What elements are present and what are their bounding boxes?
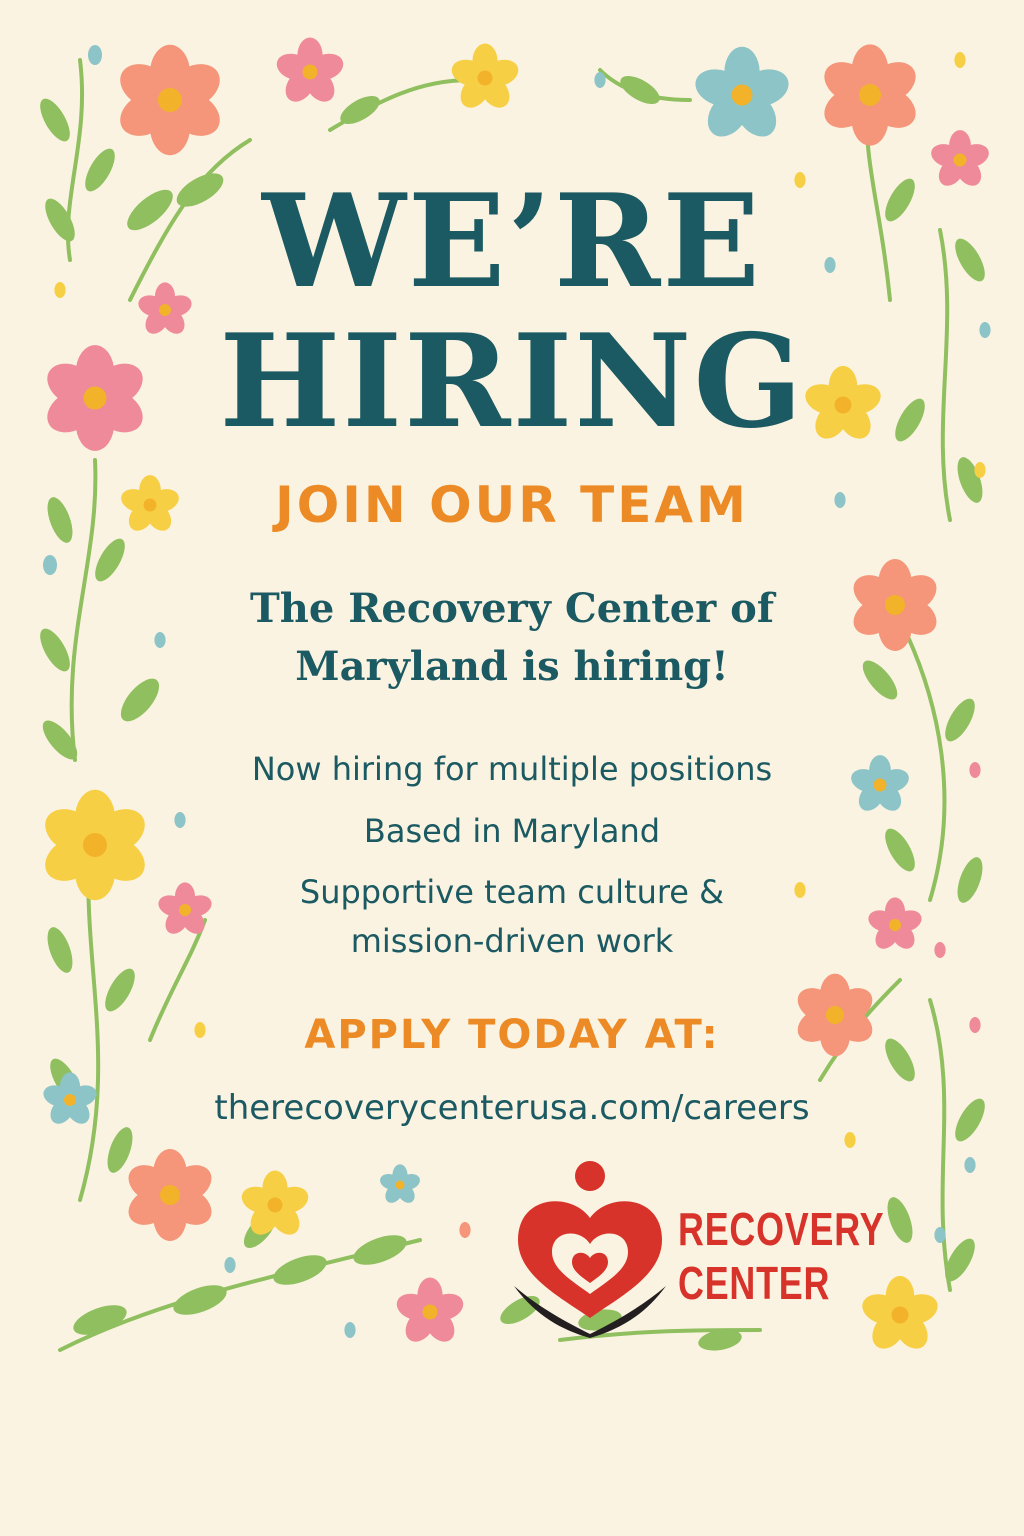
leaf-icon <box>955 1098 985 1142</box>
bud-icon <box>969 762 981 778</box>
leaf-icon <box>955 238 985 282</box>
bud-icon <box>54 282 66 298</box>
bud-icon <box>43 555 57 575</box>
bud-icon <box>974 462 986 478</box>
subheadline: JOIN OUR TEAM <box>275 476 749 534</box>
leaf-icon <box>45 198 75 242</box>
flower-icon <box>695 46 789 137</box>
bud-icon <box>954 52 966 68</box>
recovery-center-logo: RECOVERY CENTER <box>510 1158 910 1338</box>
leaf-icon <box>42 720 78 760</box>
leaf-icon <box>957 857 983 903</box>
leaf-icon <box>353 1235 407 1265</box>
flower-icon <box>380 1164 420 1203</box>
flower-icon <box>868 897 922 949</box>
intro-line-2: Maryland is hiring! <box>295 643 729 690</box>
benefit-location: Based in Maryland <box>363 812 661 850</box>
flower-icon <box>851 755 909 811</box>
bud-icon <box>934 1227 946 1243</box>
stem-icon <box>928 998 952 1292</box>
leaf-icon <box>105 968 135 1012</box>
flower-icon <box>853 559 937 651</box>
bud-icon <box>964 1157 976 1173</box>
leaf-icon <box>120 678 160 722</box>
flower-icon <box>120 44 220 156</box>
flower-icon <box>276 37 344 102</box>
leaf-icon <box>85 148 115 192</box>
leaf-icon <box>40 98 70 142</box>
flower-icon <box>47 345 143 451</box>
flower-icon <box>128 1149 212 1241</box>
flower-icon <box>45 789 145 901</box>
leaf-icon <box>862 660 898 700</box>
bud-icon <box>594 72 606 88</box>
leaf-icon <box>945 698 975 742</box>
bud-icon <box>344 1322 356 1338</box>
leaf-icon <box>47 497 73 543</box>
leaf-icon <box>40 628 70 672</box>
bud-icon <box>459 1222 471 1238</box>
bud-icon <box>224 1257 236 1273</box>
leaf-icon <box>107 1127 133 1173</box>
intro-text: The Recovery Center of Maryland is hirin… <box>180 580 844 696</box>
leaf-icon <box>47 927 73 973</box>
leaf-icon <box>73 1305 127 1335</box>
flower-icon <box>451 43 519 108</box>
leaf-icon <box>173 1285 227 1315</box>
stem-icon <box>69 458 98 762</box>
leaf-icon <box>885 178 915 222</box>
benefit-culture-line-2: mission-driven work <box>350 922 674 960</box>
leaf-icon <box>885 828 915 872</box>
logo-line-2: CENTER <box>678 1257 831 1309</box>
careers-link[interactable]: therecoverycenterusa.com/careers <box>160 1088 864 1128</box>
bud-icon <box>979 322 991 338</box>
logo-wordmark: RECOVERY CENTER <box>678 1202 884 1310</box>
stem-icon <box>938 228 952 522</box>
bud-icon <box>934 942 946 958</box>
bud-icon <box>154 632 166 648</box>
leaf-icon <box>273 1255 327 1285</box>
flower-icon <box>824 44 916 146</box>
leaf-icon <box>95 538 125 582</box>
apply-heading: APPLY TODAY AT: <box>304 1012 720 1058</box>
hiring-poster: WE’RE HIRING JOIN OUR TEAM The Recovery … <box>0 0 1024 1536</box>
bud-icon <box>844 1132 856 1148</box>
headline-line-2: HIRING <box>219 307 805 457</box>
bud-icon <box>88 45 102 65</box>
logo-line-1: RECOVERY <box>678 1203 885 1255</box>
flower-icon <box>43 1072 97 1124</box>
benefit-culture-line-1: Supportive team culture & <box>299 873 725 911</box>
benefit-positions: Now hiring for multiple positions <box>251 750 773 788</box>
bud-icon <box>969 1017 981 1033</box>
leaf-icon <box>620 76 660 104</box>
leaf-icon <box>885 1038 915 1082</box>
leaf-icon <box>895 398 925 442</box>
flower-icon <box>396 1277 464 1342</box>
flower-icon <box>931 130 989 186</box>
heart-person-icon <box>514 1161 666 1338</box>
headline-line-1: WE’RE <box>262 167 762 317</box>
intro-line-1: The Recovery Center of <box>249 585 775 632</box>
flower-icon <box>121 475 179 531</box>
leaf-icon <box>957 457 983 503</box>
